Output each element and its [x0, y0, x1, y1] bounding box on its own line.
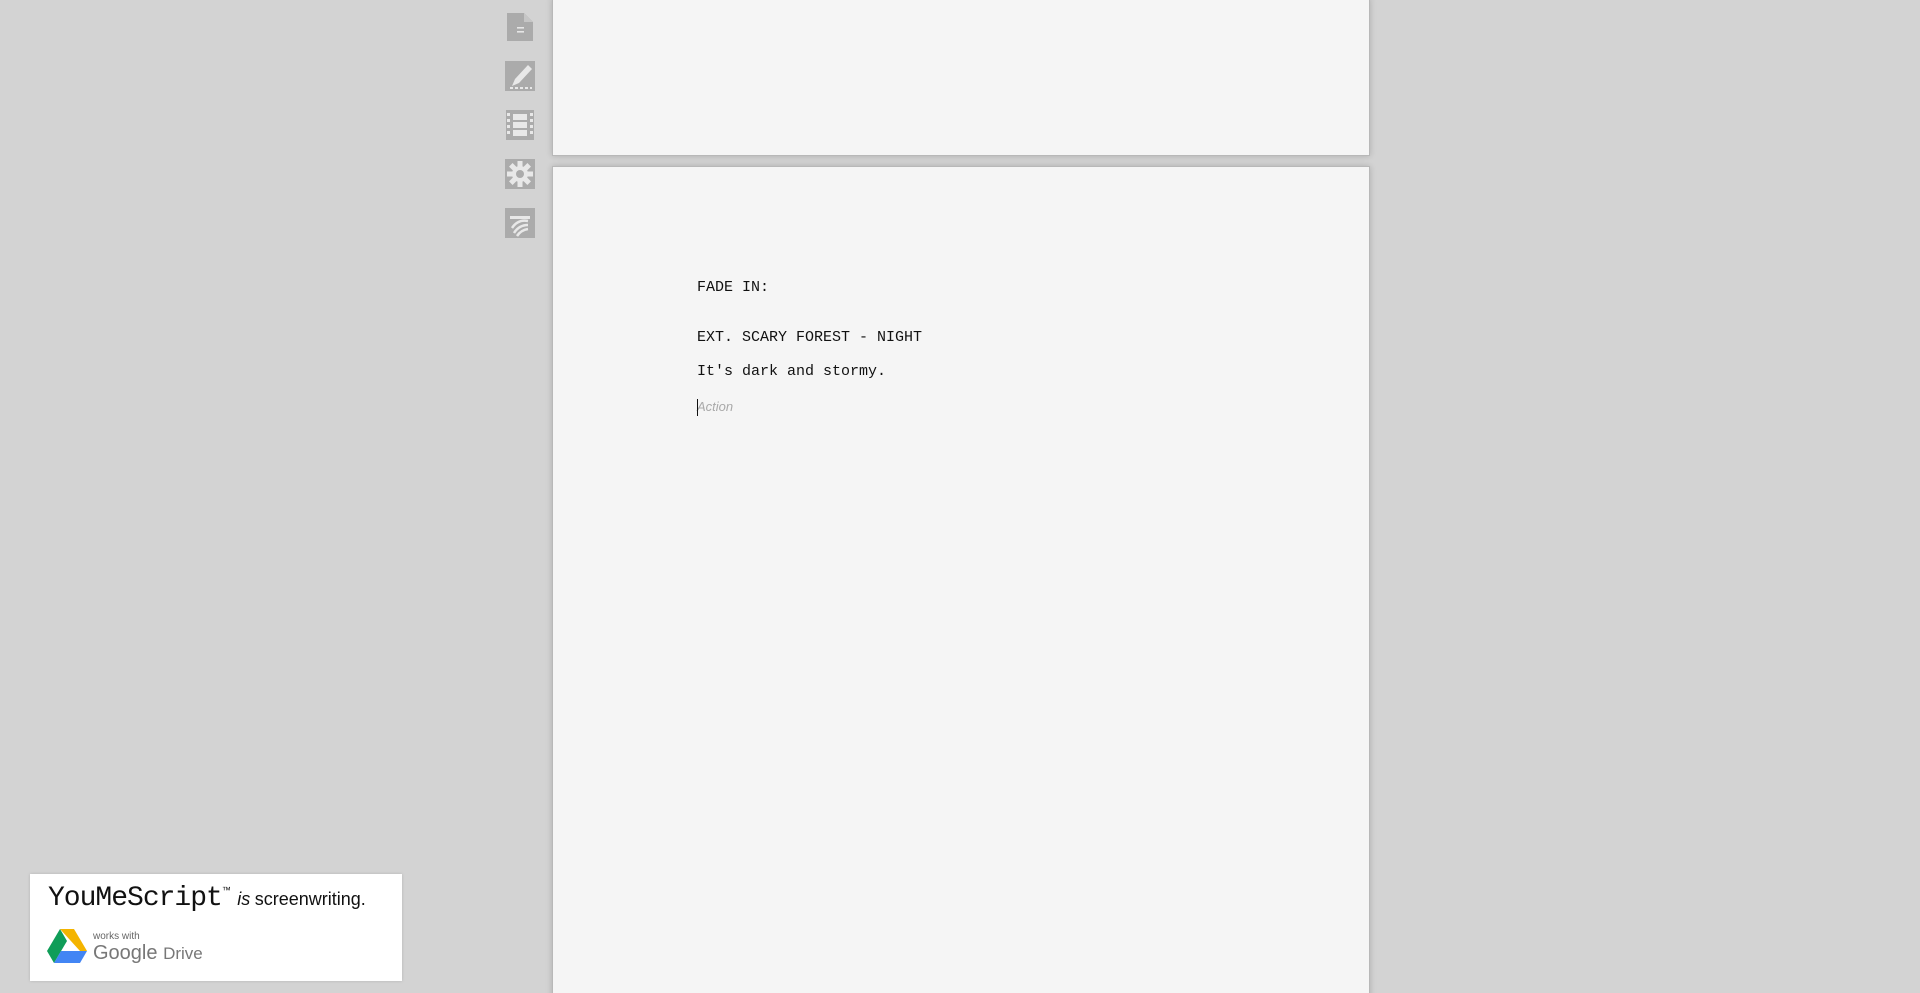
google-drive-text: works with Google Drive: [93, 931, 203, 964]
scene-heading-line[interactable]: EXT. SCARY FOREST - NIGHT: [697, 329, 922, 347]
google-drive-icon: [47, 927, 87, 968]
script-page: FADE IN: EXT. SCARY FOREST - NIGHT It's …: [552, 166, 1370, 993]
tagline: screenwriting.: [254, 889, 366, 909]
previous-page: [552, 0, 1370, 156]
trademark-symbol: ™: [221, 885, 231, 895]
brand-logo: YouMeScript: [48, 883, 223, 914]
settings-button[interactable]: [504, 157, 536, 191]
is-word: is: [237, 889, 251, 909]
document-icon: [504, 10, 536, 44]
transition-line[interactable]: FADE IN:: [697, 279, 922, 297]
document-button[interactable]: [504, 10, 536, 44]
gear-icon: [504, 157, 536, 191]
works-with-label: works with: [93, 931, 140, 942]
edit-icon: [504, 59, 536, 93]
film-icon: [504, 108, 536, 142]
app-root: FADE IN: EXT. SCARY FOREST - NIGHT It's …: [0, 0, 1920, 993]
share-button[interactable]: [504, 206, 536, 240]
action-input[interactable]: Action: [697, 398, 922, 418]
action-placeholder: Action: [697, 399, 734, 414]
promo-box: YouMeScript™ is screenwriting. works wit…: [30, 874, 402, 981]
action-line[interactable]: It's dark and stormy.: [697, 363, 922, 381]
edit-button[interactable]: [504, 59, 536, 93]
text-caret: [697, 399, 698, 416]
drive-word: Drive: [163, 944, 203, 963]
share-icon: [504, 206, 536, 240]
script-body: FADE IN: EXT. SCARY FOREST - NIGHT It's …: [697, 279, 922, 418]
google-drive-badge[interactable]: works with Google Drive: [47, 927, 203, 968]
toolbar: [504, 10, 538, 255]
google-word: Google: [93, 942, 158, 964]
scenes-button[interactable]: [504, 108, 536, 142]
promo-tagline-row: YouMeScript™ is screenwriting.: [48, 883, 366, 914]
google-drive-label: Google Drive: [93, 942, 203, 964]
